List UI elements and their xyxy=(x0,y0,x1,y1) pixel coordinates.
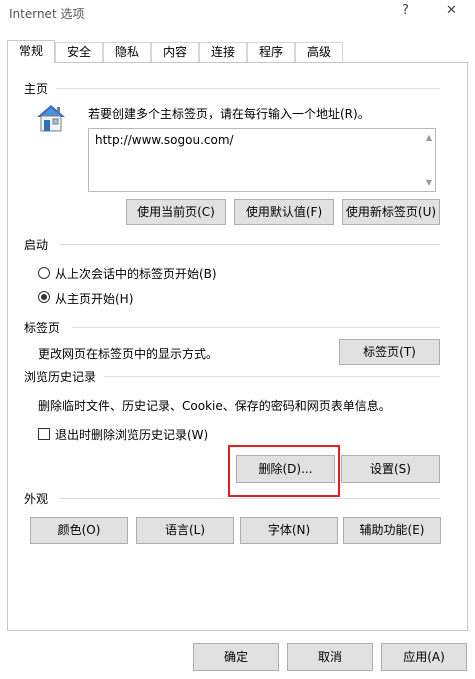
tab-content[interactable]: 内容 xyxy=(151,42,199,62)
tabs-description: 更改网页在标签页中的显示方式。 xyxy=(38,347,219,361)
home-icon xyxy=(34,103,68,133)
radio-last-session-label[interactable]: 从上次会话中的标签页开始(B) xyxy=(55,265,217,282)
homepage-divider xyxy=(56,88,440,89)
tabs-button[interactable]: 标签页(T) xyxy=(339,339,440,365)
help-button[interactable]: ? xyxy=(402,3,409,18)
use-new-tab-button[interactable]: 使用新标签页(U) xyxy=(342,199,440,225)
tab-security[interactable]: 安全 xyxy=(55,42,103,62)
fonts-button[interactable]: 字体(N) xyxy=(240,517,338,544)
radio-last-session[interactable] xyxy=(38,267,50,279)
homepage-instruction: 若要创建多个主标签页，请在每行输入一个地址(R)。 xyxy=(88,107,370,121)
window-title: Internet 选项 xyxy=(9,7,85,21)
tab-programs[interactable]: 程序 xyxy=(247,42,295,62)
delete-on-exit-label[interactable]: 退出时删除浏览历史记录(W) xyxy=(55,426,208,443)
use-current-button[interactable]: 使用当前页(C) xyxy=(126,199,226,225)
delete-button-highlight xyxy=(228,445,340,497)
history-settings-button[interactable]: 设置(S) xyxy=(341,455,440,483)
cancel-button[interactable]: 取消 xyxy=(287,643,373,671)
tab-connections[interactable]: 连接 xyxy=(199,42,247,62)
appearance-label: 外观 xyxy=(24,492,49,506)
homepage-address-field[interactable]: http://www.sogou.com/ ▲ ▼ xyxy=(88,128,436,192)
apply-button[interactable]: 应用(A) xyxy=(381,643,467,671)
scroll-up-icon[interactable]: ▲ xyxy=(426,133,432,142)
ok-button[interactable]: 确定 xyxy=(193,643,279,671)
scroll-down-icon[interactable]: ▼ xyxy=(426,178,432,187)
homepage-address-value: http://www.sogou.com/ xyxy=(95,133,234,147)
homepage-label: 主页 xyxy=(24,82,49,96)
tab-advanced[interactable]: 高级 xyxy=(295,42,343,62)
close-button[interactable]: ✕ xyxy=(446,3,457,18)
tab-general[interactable]: 常规 xyxy=(7,40,55,63)
appearance-divider xyxy=(60,498,440,499)
history-label: 浏览历史记录 xyxy=(24,370,97,384)
radio-homepage-label[interactable]: 从主页开始(H) xyxy=(55,290,133,307)
use-default-button[interactable]: 使用默认值(F) xyxy=(234,199,334,225)
history-divider xyxy=(104,376,440,377)
tab-privacy[interactable]: 隐私 xyxy=(103,42,151,62)
delete-on-exit-checkbox[interactable] xyxy=(38,428,50,440)
history-description: 删除临时文件、历史记录、Cookie、保存的密码和网页表单信息。 xyxy=(38,399,391,413)
radio-homepage[interactable] xyxy=(38,291,50,303)
accessibility-button[interactable]: 辅助功能(E) xyxy=(343,517,441,544)
startup-divider xyxy=(60,244,440,245)
tabs-divider xyxy=(72,327,440,328)
startup-label: 启动 xyxy=(24,238,49,252)
colors-button[interactable]: 颜色(O) xyxy=(30,517,128,544)
tabs-label: 标签页 xyxy=(24,321,61,335)
languages-button[interactable]: 语言(L) xyxy=(136,517,234,544)
